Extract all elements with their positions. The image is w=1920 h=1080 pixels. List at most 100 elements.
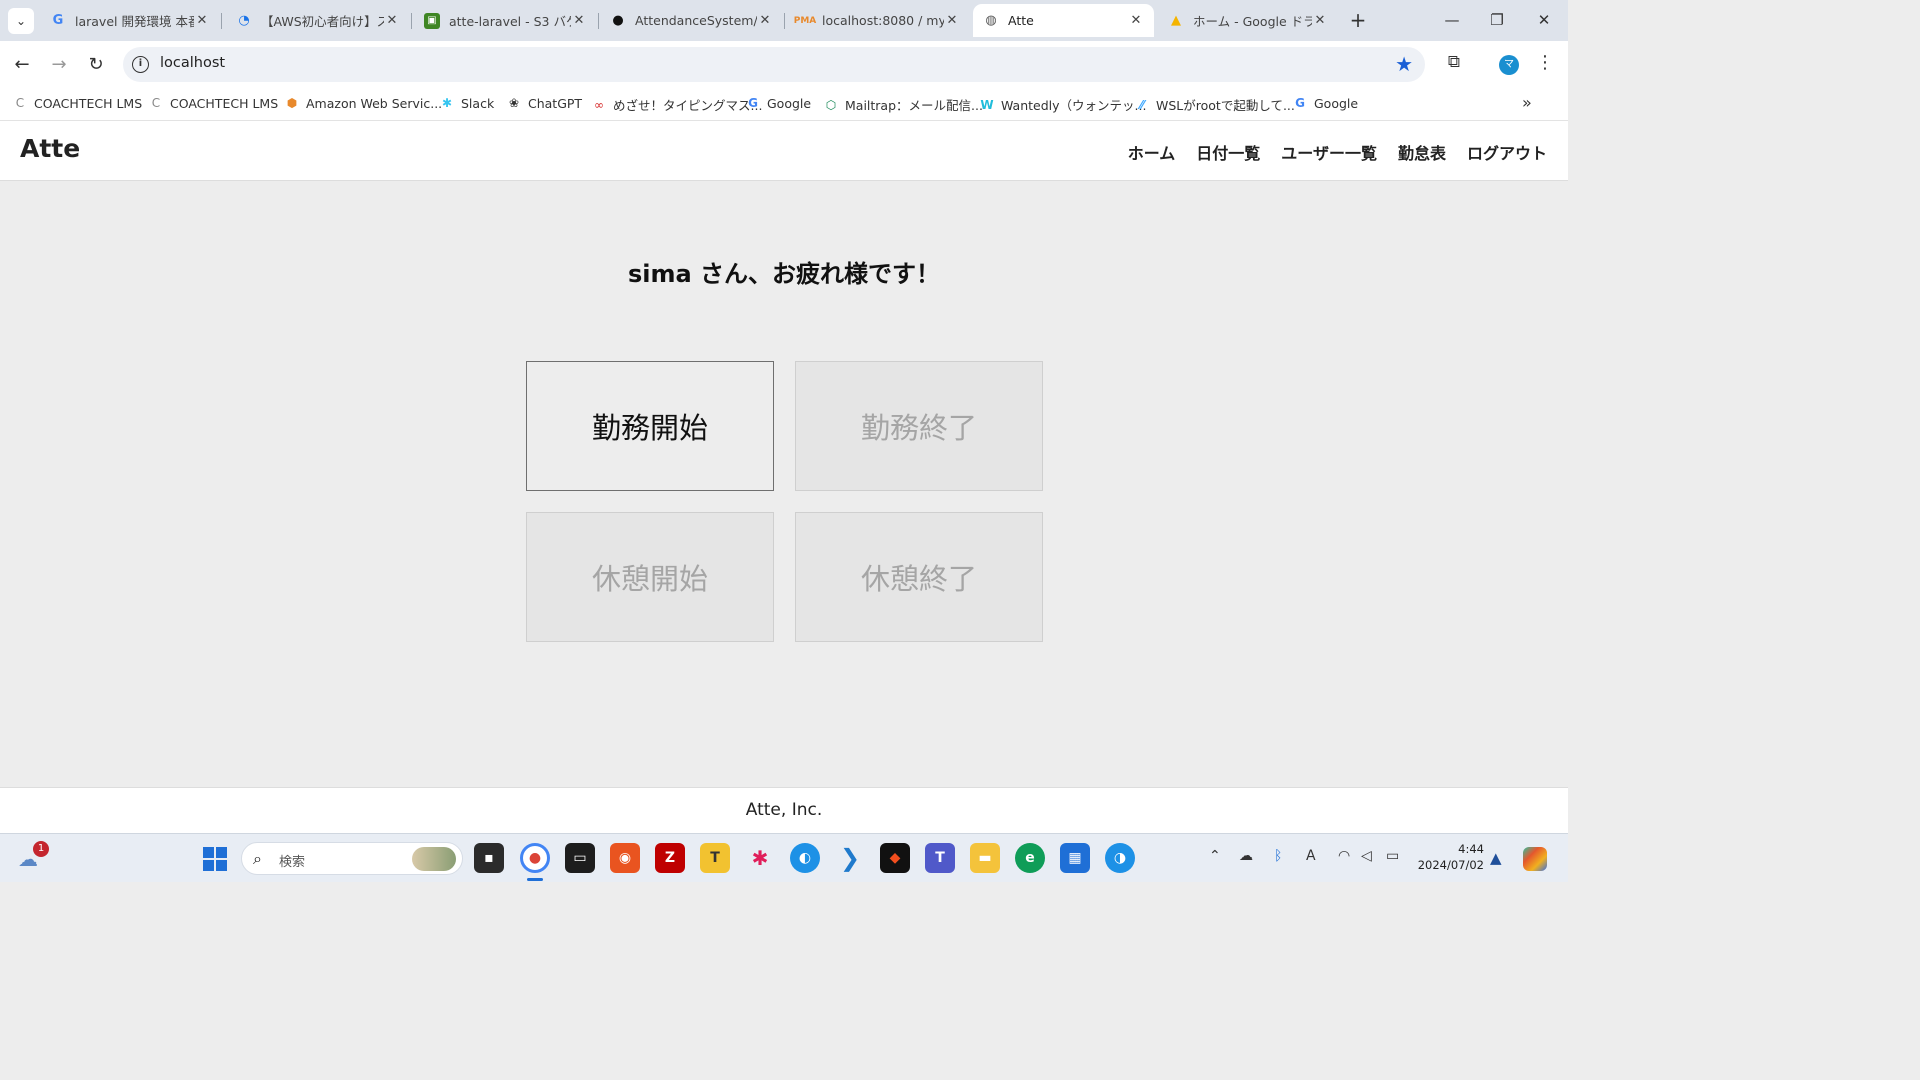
- tab-google-drive[interactable]: ▲ ホーム - Google ドライブ ✕: [1158, 4, 1338, 37]
- bookmark-google-1[interactable]: G Google: [745, 95, 811, 111]
- browser-toolbar: ← → ↻ i localhost ★: [0, 41, 1568, 88]
- bookmark-chatgpt[interactable]: ❀ ChatGPT: [506, 95, 582, 111]
- close-icon[interactable]: ✕: [194, 13, 210, 28]
- nav-date-list[interactable]: 日付一覧: [1196, 140, 1260, 164]
- work-start-button[interactable]: 勤務開始: [526, 361, 774, 491]
- windows-taskbar: ☁ 1 ⌕ 検索 ▪ ● ▭ ◉ Z T ✱ ◐ ❯ ◆ T ▬ e ▦ ◑ ⌃…: [0, 833, 1568, 882]
- close-icon[interactable]: ✕: [571, 13, 587, 28]
- bookmark-wsl[interactable]: ⁄⁄ WSLがrootで起動して...: [1134, 95, 1295, 114]
- microsoft-store-icon[interactable]: ▦: [1060, 843, 1090, 873]
- chevron-double-right-icon[interactable]: »: [1522, 93, 1532, 112]
- restore-icon[interactable]: ❐: [1485, 8, 1509, 32]
- window-close-icon[interactable]: ✕: [1532, 8, 1556, 32]
- address-bar[interactable]: i localhost ★: [123, 47, 1425, 82]
- break-end-button[interactable]: 休憩終了: [795, 512, 1043, 642]
- google-icon: G: [52, 13, 64, 28]
- onedrive-icon[interactable]: ☁: [1239, 848, 1253, 864]
- circle-icon: ◔: [238, 13, 250, 28]
- bookmark-star-icon[interactable]: ★: [1395, 52, 1413, 76]
- bookmark-coachtech-1[interactable]: C COACHTECH LMS: [12, 95, 142, 111]
- bluetooth-icon[interactable]: ᛒ: [1274, 848, 1282, 864]
- taskbar-search-box[interactable]: ⌕ 検索: [241, 842, 463, 875]
- chevron-up-icon[interactable]: ⌃: [1209, 848, 1221, 864]
- active-app-indicator: [527, 878, 543, 881]
- app-logo[interactable]: Atte: [20, 134, 80, 163]
- google-icon: G: [1295, 96, 1305, 110]
- copilot-icon[interactable]: [1523, 847, 1547, 871]
- nav-home[interactable]: ホーム: [1128, 140, 1176, 164]
- docker-icon[interactable]: ◑: [1105, 843, 1135, 873]
- tab-aws[interactable]: ◔ 【AWS初心者向け】ストレ ✕: [226, 4, 410, 37]
- forward-arrow-icon[interactable]: →: [48, 54, 70, 76]
- tab-s3[interactable]: ▣ atte-laravel - S3 バケ ✕: [414, 4, 597, 37]
- edge-icon[interactable]: e: [1015, 843, 1045, 873]
- bookmark-coachtech-2[interactable]: C COACHTECH LMS: [148, 95, 278, 111]
- close-icon[interactable]: ✕: [944, 13, 960, 28]
- clock-time: 4:44: [1458, 842, 1484, 856]
- vscode-icon[interactable]: ❯: [835, 843, 865, 873]
- bookmark-slack[interactable]: ✱ Slack: [439, 95, 494, 111]
- filezilla-icon[interactable]: Z: [655, 843, 685, 873]
- task-view-icon[interactable]: ▪: [474, 843, 504, 873]
- coachtech-icon: C: [151, 96, 161, 110]
- figma-icon[interactable]: ◆: [880, 843, 910, 873]
- notification-bell-icon[interactable]: ▲: [1490, 849, 1502, 867]
- github-icon: ●: [612, 13, 624, 28]
- profile-avatar[interactable]: マ: [1499, 55, 1519, 75]
- back-arrow-icon[interactable]: ←: [11, 54, 33, 76]
- bookmark-aws[interactable]: ⬢ Amazon Web Servic...: [284, 95, 442, 111]
- file-explorer-icon[interactable]: ▬: [970, 843, 1000, 873]
- teams-icon[interactable]: T: [925, 843, 955, 873]
- mailtrap-icon: ⬡: [825, 97, 837, 112]
- close-icon[interactable]: ✕: [384, 13, 400, 28]
- slack-icon: ✱: [441, 96, 453, 110]
- battery-icon[interactable]: ▭: [1386, 848, 1399, 864]
- nav-attendance-sheet[interactable]: 勤怠表: [1398, 140, 1446, 164]
- bookmark-mailtrap[interactable]: ⬡ Mailtrap：メール配信...: [823, 95, 983, 114]
- reload-icon[interactable]: ↻: [85, 54, 107, 76]
- volume-icon[interactable]: ◁: [1361, 848, 1372, 864]
- tab-github[interactable]: ● AttendanceSystem/in ✕: [600, 4, 783, 37]
- bookmark-wantedly[interactable]: W Wantedly（ウォンテッ...: [979, 95, 1146, 114]
- site-info-icon[interactable]: i: [132, 56, 149, 73]
- greeting-message: sima さん、お疲れ様です！: [627, 260, 941, 288]
- bookmark-typing[interactable]: ∞ めざせ！タイピングマス...: [591, 95, 762, 114]
- nav-logout[interactable]: ログアウト: [1467, 140, 1547, 164]
- minimize-icon[interactable]: —: [1440, 8, 1464, 32]
- search-icon: ⌕: [253, 849, 262, 868]
- more-menu-icon[interactable]: ⋮: [1536, 52, 1554, 73]
- break-start-button[interactable]: 休憩開始: [526, 512, 774, 642]
- nav-user-list[interactable]: ユーザー一覧: [1281, 140, 1377, 164]
- system-clock[interactable]: 4:44 2024/07/02: [1416, 841, 1484, 873]
- windows-start-icon[interactable]: [203, 847, 227, 871]
- wifi-icon[interactable]: ◠: [1338, 848, 1350, 864]
- close-icon[interactable]: ✕: [757, 13, 773, 28]
- work-end-button[interactable]: 勤務終了: [795, 361, 1043, 491]
- tab-atte[interactable]: ◍ Atte ✕: [973, 4, 1154, 37]
- docker-desktop-icon[interactable]: ◐: [790, 843, 820, 873]
- terminal-icon[interactable]: ▭: [565, 843, 595, 873]
- chrome-icon[interactable]: ●: [520, 843, 550, 873]
- new-tab-button[interactable]: +: [1347, 9, 1369, 31]
- search-highlight-image: [412, 847, 456, 871]
- url-text[interactable]: localhost: [160, 55, 225, 71]
- ime-icon[interactable]: A: [1306, 848, 1316, 864]
- slack-icon[interactable]: ✱: [745, 843, 775, 873]
- google-icon: G: [748, 96, 758, 110]
- typing-app-icon[interactable]: T: [700, 843, 730, 873]
- ubuntu-icon[interactable]: ◉: [610, 843, 640, 873]
- close-icon[interactable]: ✕: [1128, 13, 1144, 28]
- bookmarks-bar: C COACHTECH LMS C COACHTECH LMS ⬢ Amazon We…: [0, 88, 1568, 121]
- coachtech-icon: C: [15, 96, 25, 110]
- tab-phpmyadmin[interactable]: PMA localhost:8080 / mys ✕: [787, 4, 970, 37]
- globe-icon: ◍: [985, 13, 997, 28]
- close-icon[interactable]: ✕: [1312, 13, 1328, 28]
- extensions-icon[interactable]: ⧉: [1443, 52, 1465, 74]
- s3-icon: ▣: [424, 12, 440, 29]
- tab-search-button[interactable]: ⌄: [8, 8, 34, 34]
- clock-date: 2024/07/02: [1417, 858, 1484, 872]
- google-drive-icon: ▲: [1171, 13, 1181, 28]
- bookmark-google-2[interactable]: G Google: [1292, 95, 1358, 111]
- aws-icon: ⬢: [286, 96, 298, 110]
- tab-laravel[interactable]: G laravel 開発環境 本番 ✕: [40, 4, 220, 37]
